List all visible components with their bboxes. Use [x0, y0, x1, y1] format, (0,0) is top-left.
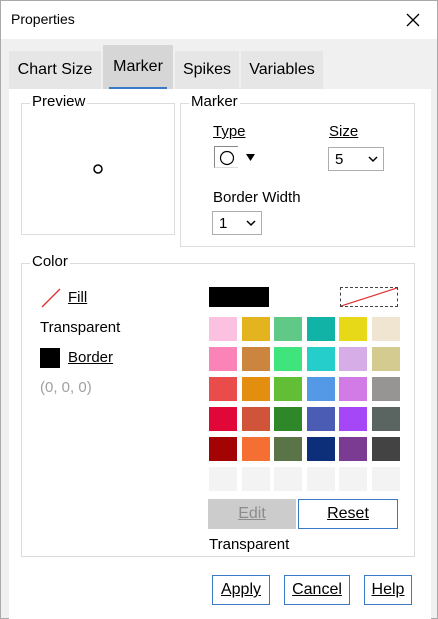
color-swatch[interactable]: [306, 347, 335, 371]
color-swatch[interactable]: [274, 347, 303, 371]
color-swatch[interactable]: [372, 467, 400, 491]
type-label: Type: [213, 123, 246, 140]
tab-variables[interactable]: Variables: [241, 51, 323, 89]
tab-label: Variables: [249, 61, 315, 78]
properties-dialog: Properties Chart Size Marker Spikes Vari…: [0, 0, 438, 619]
color-swatch[interactable]: [306, 467, 335, 491]
color-swatch[interactable]: [372, 407, 400, 431]
close-icon: [406, 13, 420, 27]
tab-label: Spikes: [182, 61, 232, 78]
color-swatch[interactable]: [241, 437, 270, 461]
color-palette: [209, 317, 400, 497]
reset-button[interactable]: Reset: [298, 499, 398, 529]
color-group: Color Fill Transparent Border (0, 0, 0): [21, 253, 415, 557]
color-swatch[interactable]: [209, 377, 237, 401]
edit-label: Edit: [238, 505, 266, 522]
size-select[interactable]: 5: [328, 147, 384, 171]
color-swatch[interactable]: [241, 467, 270, 491]
marker-group: Marker Type Size 5 Border Width 1: [180, 93, 415, 247]
title-bar: Properties: [1, 1, 437, 39]
color-swatch[interactable]: [241, 317, 270, 341]
chevron-down-icon: [246, 220, 256, 227]
color-swatch[interactable]: [209, 317, 237, 341]
help-button[interactable]: Help: [364, 575, 412, 605]
tab-label: Marker: [113, 58, 163, 75]
color-swatch[interactable]: [274, 437, 303, 461]
color-swatch[interactable]: [372, 347, 400, 371]
size-label: Size: [329, 123, 359, 140]
cancel-button[interactable]: Cancel: [284, 575, 350, 605]
color-swatch[interactable]: [274, 467, 303, 491]
color-swatch[interactable]: [209, 407, 237, 431]
color-swatch[interactable]: [339, 317, 368, 341]
border-rgb-value: (0, 0, 0): [40, 379, 92, 396]
color-swatch[interactable]: [372, 317, 400, 341]
color-swatch[interactable]: [241, 377, 270, 401]
color-swatch[interactable]: [306, 317, 335, 341]
marker-type-box: [214, 146, 238, 168]
color-swatch[interactable]: [339, 377, 368, 401]
border-width-label: Border Width: [213, 189, 301, 206]
fill-label: Fill: [68, 289, 88, 306]
transparent-swatch[interactable]: [340, 287, 398, 307]
border-option[interactable]: Border: [40, 347, 130, 369]
color-swatch[interactable]: [274, 377, 303, 401]
color-swatch[interactable]: [209, 347, 237, 371]
apply-label: Apply: [220, 581, 262, 598]
border-color-swatch: [40, 348, 60, 368]
color-swatch[interactable]: [274, 317, 303, 341]
color-swatch[interactable]: [209, 467, 237, 491]
color-swatch[interactable]: [241, 347, 270, 371]
preview-group-title: Preview: [30, 93, 88, 110]
border-width-select[interactable]: 1: [212, 211, 262, 235]
tab-label: Chart Size: [17, 61, 93, 78]
help-label: Help: [371, 581, 405, 598]
chevron-down-icon: [368, 156, 378, 163]
marker-group-title: Marker: [189, 93, 240, 110]
circle-marker-icon: [219, 150, 235, 166]
color-swatch[interactable]: [209, 437, 237, 461]
close-button[interactable]: [395, 5, 431, 35]
border-width-value: 1: [219, 214, 228, 232]
tab-spikes[interactable]: Spikes: [175, 51, 239, 89]
tab-chart-size[interactable]: Chart Size: [9, 51, 101, 89]
color-swatch[interactable]: [372, 377, 400, 401]
apply-button[interactable]: Apply: [212, 575, 270, 605]
tab-marker[interactable]: Marker: [103, 45, 173, 89]
fill-value: Transparent: [40, 319, 121, 336]
color-swatch[interactable]: [241, 407, 270, 431]
color-group-title: Color: [30, 253, 70, 270]
color-swatch[interactable]: [339, 437, 368, 461]
cancel-label: Cancel: [292, 581, 342, 598]
transparent-slash-icon: [341, 288, 397, 306]
preview-group: Preview: [21, 93, 175, 235]
color-swatch[interactable]: [339, 347, 368, 371]
border-label: Border: [68, 349, 114, 366]
color-swatch[interactable]: [306, 407, 335, 431]
marker-preview-circle: [93, 164, 103, 174]
marker-tab-panel: Preview Marker Type Size 5 Border Width …: [9, 89, 431, 619]
selected-color-swatch: [209, 287, 269, 307]
size-value: 5: [335, 150, 344, 168]
selected-color-name: Transparent: [209, 536, 290, 553]
marker-type-select[interactable]: [214, 146, 262, 168]
color-swatch[interactable]: [306, 377, 335, 401]
edit-button[interactable]: Edit: [208, 499, 296, 529]
chevron-down-icon: [246, 154, 255, 161]
fill-option[interactable]: Fill: [40, 287, 130, 309]
color-swatch[interactable]: [339, 407, 368, 431]
color-swatch[interactable]: [274, 407, 303, 431]
color-swatch[interactable]: [339, 467, 368, 491]
color-swatch[interactable]: [306, 437, 335, 461]
reset-label: Reset: [327, 505, 369, 522]
window-title: Properties: [11, 11, 75, 27]
transparent-slash-icon: [41, 288, 61, 308]
color-swatch[interactable]: [372, 437, 400, 461]
